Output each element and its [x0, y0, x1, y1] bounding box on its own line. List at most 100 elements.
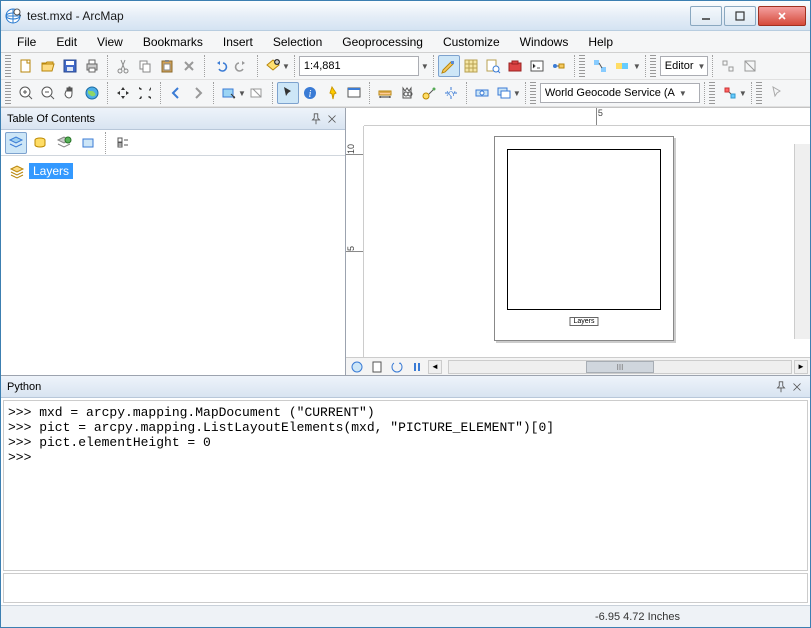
cut-button[interactable]: [112, 55, 134, 77]
toc-layers-label: Layers: [29, 163, 73, 179]
svg-text:i: i: [309, 89, 312, 100]
grip-icon[interactable]: [5, 82, 11, 104]
menu-view[interactable]: View: [89, 33, 131, 51]
print-button[interactable]: [81, 55, 103, 77]
menu-geoprocessing[interactable]: Geoprocessing: [334, 33, 431, 51]
data-frame[interactable]: [507, 149, 661, 310]
pin-icon[interactable]: [774, 380, 788, 394]
identify-button[interactable]: i: [299, 82, 321, 104]
data-view-button[interactable]: [348, 359, 366, 375]
map-area: 5 10 5 Layers: [346, 108, 810, 375]
create-viewer-button[interactable]: [493, 82, 515, 104]
menu-edit[interactable]: Edit: [48, 33, 85, 51]
new-button[interactable]: [15, 55, 37, 77]
fixed-zoom-out-button[interactable]: [134, 82, 156, 104]
full-extent-button[interactable]: [81, 82, 103, 104]
back-button[interactable]: [165, 82, 187, 104]
horizontal-scrollbar[interactable]: III: [448, 360, 792, 374]
list-by-source-button[interactable]: [29, 132, 51, 154]
layout-view-button[interactable]: [368, 359, 386, 375]
time-slider-button[interactable]: [471, 82, 493, 104]
go-to-xy-button[interactable]: XY: [440, 82, 462, 104]
python-window-button[interactable]: [526, 55, 548, 77]
menu-bookmarks[interactable]: Bookmarks: [135, 33, 211, 51]
find-button[interactable]: [396, 82, 418, 104]
find-route-button[interactable]: [418, 82, 440, 104]
search-button[interactable]: [482, 55, 504, 77]
editor-dropdown[interactable]: Editor▼: [660, 56, 709, 76]
toc-tree[interactable]: Layers: [1, 156, 345, 375]
upper-area: Table Of Contents Layers: [1, 107, 810, 375]
legend-element[interactable]: Layers: [569, 317, 598, 326]
select-elements-button[interactable]: [277, 82, 299, 104]
menu-selection[interactable]: Selection: [265, 33, 330, 51]
close-icon[interactable]: [325, 112, 339, 126]
forward-button[interactable]: [187, 82, 209, 104]
scroll-right-button[interactable]: ►: [794, 360, 808, 374]
open-button[interactable]: [37, 55, 59, 77]
paste-button[interactable]: [156, 55, 178, 77]
layers-icon: [9, 163, 25, 179]
add-data-button[interactable]: [262, 55, 284, 77]
edit-arrow-button[interactable]: [766, 82, 788, 104]
grip-icon[interactable]: [650, 55, 656, 77]
maximize-button[interactable]: [724, 6, 756, 26]
close-icon[interactable]: [790, 380, 804, 394]
menu-help[interactable]: Help: [580, 33, 621, 51]
redo-button[interactable]: [231, 55, 253, 77]
vertical-scrollbar[interactable]: [794, 144, 810, 339]
html-popup-button[interactable]: [343, 82, 365, 104]
zoom-out-button[interactable]: [37, 82, 59, 104]
list-by-drawing-order-button[interactable]: [5, 132, 27, 154]
hyperlink-button[interactable]: [321, 82, 343, 104]
pin-icon[interactable]: [309, 112, 323, 126]
pause-button[interactable]: [408, 359, 426, 375]
toc-panel: Table Of Contents Layers: [1, 108, 346, 375]
edit-tool-button2[interactable]: [739, 55, 761, 77]
grip-icon[interactable]: [579, 55, 585, 77]
options-button[interactable]: [112, 132, 134, 154]
python-console[interactable]: >>> mxd = arcpy.mapping.MapDocument ("CU…: [3, 400, 808, 571]
toc-title: Table Of Contents: [7, 113, 95, 125]
scale-input[interactable]: [299, 56, 419, 76]
menu-insert[interactable]: Insert: [215, 33, 261, 51]
copy-button[interactable]: [134, 55, 156, 77]
zoom-in-button[interactable]: [15, 82, 37, 104]
grip-icon[interactable]: [5, 55, 11, 77]
pan-button[interactable]: [59, 82, 81, 104]
menu-file[interactable]: File: [9, 33, 44, 51]
undo-button[interactable]: [209, 55, 231, 77]
grip-icon[interactable]: [709, 82, 715, 104]
menu-customize[interactable]: Customize: [435, 33, 508, 51]
save-button[interactable]: [59, 55, 81, 77]
list-by-selection-button[interactable]: [77, 132, 99, 154]
delete-button[interactable]: [178, 55, 200, 77]
ruler-horizontal: 5: [364, 108, 810, 126]
geocode-service-dropdown[interactable]: World Geocode Service (A▼: [540, 83, 700, 103]
minimize-button[interactable]: [690, 6, 722, 26]
statusbar: -6.95 4.72 Inches: [1, 605, 810, 627]
scroll-thumb[interactable]: III: [586, 361, 654, 373]
window-title: test.mxd - ArcMap: [27, 9, 688, 23]
edit-tool-button1[interactable]: [717, 55, 739, 77]
select-features-button[interactable]: [218, 82, 240, 104]
close-button[interactable]: [758, 6, 806, 26]
fixed-zoom-in-button[interactable]: [112, 82, 134, 104]
clear-selection-button[interactable]: [246, 82, 268, 104]
georef-layer-button[interactable]: [611, 55, 633, 77]
editor-toolbar-button[interactable]: [438, 55, 460, 77]
scroll-left-button[interactable]: ◄: [428, 360, 442, 374]
grip-icon[interactable]: [530, 82, 536, 104]
toc-layers-node[interactable]: Layers: [7, 162, 339, 180]
grip-icon[interactable]: [756, 82, 762, 104]
refresh-button[interactable]: [388, 359, 406, 375]
model-builder-button[interactable]: [548, 55, 570, 77]
catalog-button[interactable]: [460, 55, 482, 77]
measure-button[interactable]: [374, 82, 396, 104]
layout-canvas[interactable]: Layers: [364, 126, 810, 357]
snapping-button[interactable]: [719, 82, 741, 104]
menu-windows[interactable]: Windows: [512, 33, 577, 51]
list-by-visibility-button[interactable]: [53, 132, 75, 154]
arc-toolbox-button[interactable]: [504, 55, 526, 77]
georef-button[interactable]: [589, 55, 611, 77]
